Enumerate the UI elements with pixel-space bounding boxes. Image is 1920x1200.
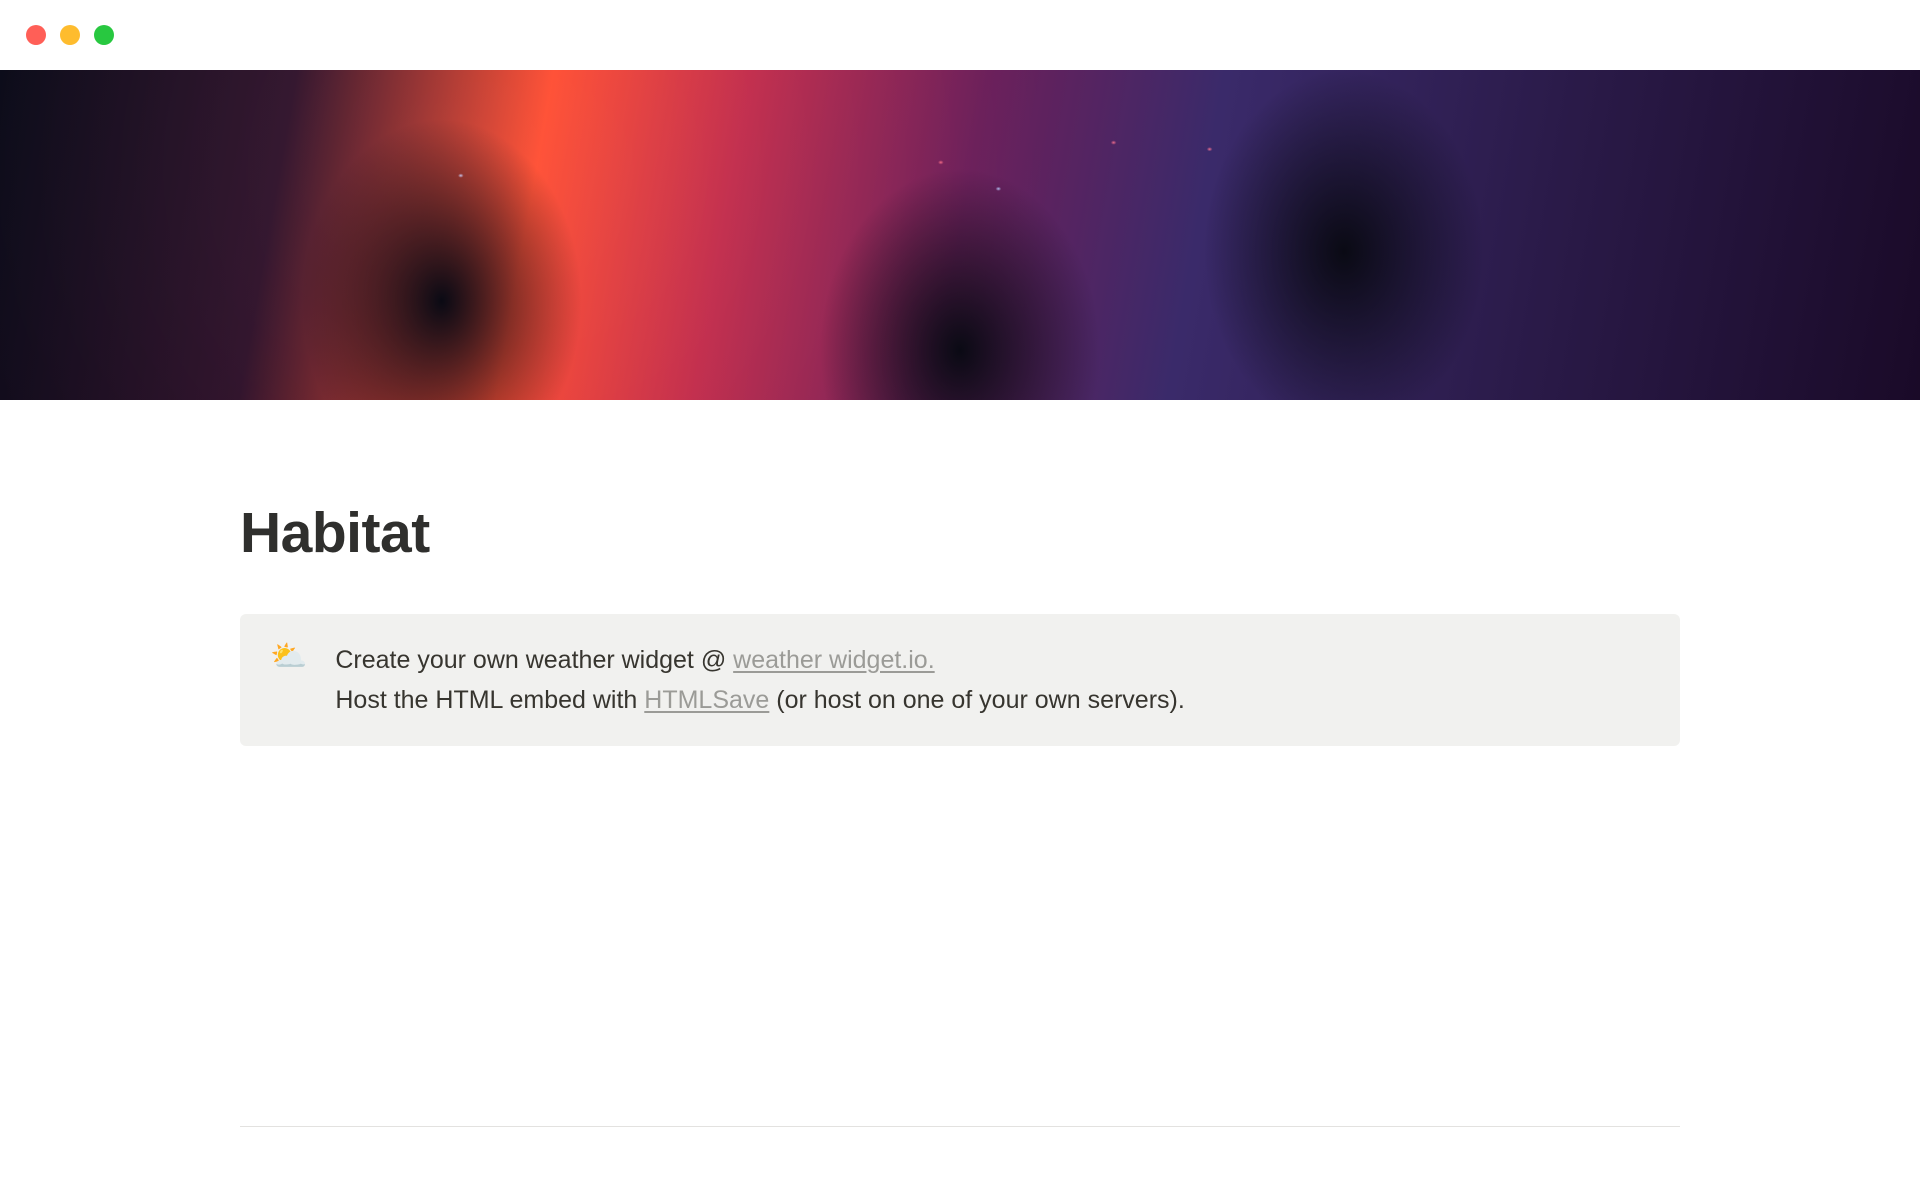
- divider: [240, 1126, 1680, 1127]
- window-zoom-button[interactable]: [94, 25, 114, 45]
- weather-widget-link[interactable]: weather widget.io.: [733, 646, 935, 674]
- titlebar: [0, 0, 1920, 70]
- page-title[interactable]: Habitat: [240, 500, 1680, 566]
- callout-text: Host the HTML embed with: [335, 686, 644, 714]
- page-content: Habitat ⛅ Create your own weather widget…: [240, 400, 1680, 1127]
- callout-body[interactable]: Create your own weather widget @ weather…: [335, 640, 1184, 720]
- page-cover-image[interactable]: [0, 70, 1920, 400]
- callout-block[interactable]: ⛅ Create your own weather widget @ weath…: [240, 614, 1680, 746]
- htmlsave-link[interactable]: HTMLSave: [644, 686, 769, 714]
- window-close-button[interactable]: [26, 25, 46, 45]
- window-minimize-button[interactable]: [60, 25, 80, 45]
- window: Habitat ⛅ Create your own weather widget…: [0, 0, 1920, 1200]
- callout-text: Create your own weather widget @: [335, 646, 733, 674]
- callout-text: (or host on one of your own servers).: [769, 686, 1184, 714]
- weather-icon[interactable]: ⛅: [270, 642, 307, 672]
